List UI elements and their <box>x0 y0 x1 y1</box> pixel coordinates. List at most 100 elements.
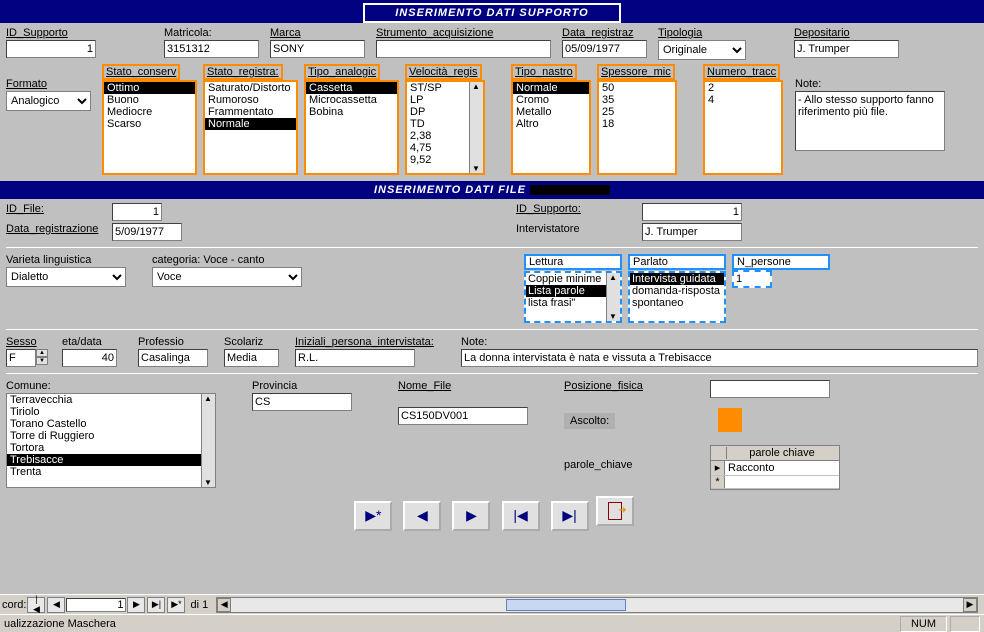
status-mode: ualizzazione Maschera <box>4 618 116 630</box>
door-exit-icon <box>608 502 622 520</box>
rec-prev[interactable]: ◀ <box>47 597 65 613</box>
label-marca: Marca <box>270 27 370 39</box>
label-nomefile: Nome_File <box>398 380 528 392</box>
input-marca[interactable] <box>270 40 365 58</box>
grid-parole-chiave[interactable]: parole chiave ▸Racconto * <box>710 445 840 490</box>
status-empty <box>950 616 980 632</box>
label-parole-chiave: parole_chiave <box>564 459 704 471</box>
select-categoria[interactable]: Voce <box>152 267 302 287</box>
label-matricola: Matricola: <box>164 27 264 39</box>
header-file: INSERIMENTO DATI FILE <box>374 181 610 199</box>
list-velocita[interactable]: ST/SP LP DP TD 2,38 4,75 9,52 <box>405 80 485 175</box>
btn-last[interactable]: ▶| <box>551 501 589 531</box>
label-ascolto: Ascolto: <box>564 413 615 429</box>
input-id-supporto[interactable] <box>6 40 96 58</box>
textarea-note-supporto[interactable]: - Allo stesso supporto fanno riferimento… <box>795 91 945 151</box>
label-id-supporto2: ID_Supporto: <box>516 203 636 215</box>
label-depositario: Depositario <box>794 27 904 39</box>
select-formato[interactable]: Analogico <box>6 91 91 111</box>
status-bar: ualizzazione Maschera NUM <box>0 614 984 632</box>
list-stato-registra[interactable]: Saturato/Distorto Rumoroso Frammentato N… <box>203 80 298 175</box>
list-spessore[interactable]: 50 35 25 18 <box>597 80 677 175</box>
label-scolariz: Scolariz <box>224 336 289 348</box>
input-data-reg-file[interactable] <box>112 223 182 241</box>
btn-prev[interactable]: ◀ <box>403 501 441 531</box>
label-tipologia: Tipologia <box>658 27 748 39</box>
ascolto-indicator[interactable] <box>718 408 742 432</box>
label-parlato: Parlato <box>628 254 726 270</box>
input-scolariz[interactable] <box>224 349 279 367</box>
label-note-supporto: Note: <box>795 78 945 90</box>
label-data-registraz: Data_registraz <box>562 27 652 39</box>
title-stato-conserv: Stato_conserv <box>102 64 180 80</box>
label-comune: Comune: <box>6 380 216 392</box>
record-navigation-bar: cord: |◀ ◀ ▶ ▶| ▶* di 1 ◀ ▶ <box>0 594 984 614</box>
input-depositario[interactable] <box>794 40 899 58</box>
btn-first[interactable]: |◀ <box>502 501 540 531</box>
label-sesso: Sesso <box>6 336 56 348</box>
label-id-supporto: ID_Supporto <box>6 27 114 39</box>
rec-last[interactable]: ▶| <box>147 597 165 613</box>
rec-number[interactable] <box>66 598 126 612</box>
input-provincia[interactable] <box>252 393 352 411</box>
input-sesso[interactable] <box>6 349 36 367</box>
input-eta[interactable] <box>62 349 117 367</box>
label-categoria: categoria: Voce - canto <box>152 254 312 266</box>
btn-first-star[interactable]: ▶* <box>354 501 392 531</box>
label-intervistatore: Intervistatore <box>516 223 636 235</box>
list-numero-tracc[interactable]: 2 4 <box>703 80 783 175</box>
title-stato-registra: Stato_registra: <box>203 64 283 80</box>
title-numero-tracc: Numero_tracc <box>703 64 780 80</box>
input-intervistatore[interactable] <box>642 223 742 241</box>
input-posizione[interactable] <box>710 380 830 398</box>
scroll-lettura[interactable] <box>606 273 620 321</box>
record-label: cord: <box>2 599 26 611</box>
input-professione[interactable] <box>138 349 208 367</box>
rec-next[interactable]: ▶ <box>127 597 145 613</box>
input-iniziali[interactable] <box>295 349 415 367</box>
label-formato: Formato <box>6 78 96 90</box>
label-data-reg-file: Data_registrazione <box>6 223 106 235</box>
rec-of: di 1 <box>190 599 208 611</box>
input-npersone[interactable] <box>732 270 772 288</box>
label-id-file: ID_File: <box>6 203 106 215</box>
label-note-file: Note: <box>461 336 978 348</box>
spinner-sesso[interactable]: ▲▼ <box>36 349 48 367</box>
label-strumento: Strumento_acquisizione <box>376 27 556 39</box>
input-note-file[interactable] <box>461 349 978 367</box>
list-lettura[interactable]: Coppie minime Lista parole lista frasi" <box>524 271 622 323</box>
btn-exit[interactable] <box>596 496 634 526</box>
select-tipologia[interactable]: Originale <box>658 40 746 60</box>
input-data-registraz[interactable] <box>562 40 647 58</box>
label-professione: Professio <box>138 336 218 348</box>
list-tipo-nastro[interactable]: Normale Cromo Metallo Altro <box>511 80 591 175</box>
rec-first[interactable]: |◀ <box>27 597 45 613</box>
horizontal-scrollbar[interactable]: ◀ ▶ <box>216 597 978 613</box>
select-varieta[interactable]: Dialetto <box>6 267 126 287</box>
header-supporto: INSERIMENTO DATI SUPPORTO <box>363 3 621 23</box>
title-velocita: Velocità_regis <box>405 64 482 80</box>
list-comune[interactable]: Terravecchia Tiriolo Torano Castello Tor… <box>6 393 216 488</box>
rec-new[interactable]: ▶* <box>167 597 185 613</box>
label-posizione: Posizione_fisica <box>564 380 704 392</box>
label-varieta: Varieta linguistica <box>6 254 146 266</box>
label-lettura: Lettura <box>524 254 622 270</box>
status-num: NUM <box>900 616 947 632</box>
input-id-file[interactable] <box>112 203 162 221</box>
label-eta: eta/data <box>62 336 132 348</box>
list-parlato[interactable]: Intervista guidata domanda-risposta spon… <box>628 271 726 323</box>
input-strumento[interactable] <box>376 40 551 58</box>
label-iniziali: Iniziali_persona_intervistata: <box>295 336 455 348</box>
input-nomefile[interactable] <box>398 407 528 425</box>
title-tipo-analogic: Tipo_analogic <box>304 64 380 80</box>
input-matricola[interactable] <box>164 40 259 58</box>
scroll-velocita[interactable] <box>469 82 483 173</box>
scroll-comune[interactable] <box>201 394 215 487</box>
list-stato-conserv[interactable]: Ottimo Buono Mediocre Scarso <box>102 80 197 175</box>
label-npersone: N_persone <box>732 254 830 270</box>
btn-next[interactable]: ▶ <box>452 501 490 531</box>
title-tipo-nastro: Tipo_nastro <box>511 64 577 80</box>
input-id-supporto2[interactable] <box>642 203 742 221</box>
label-provincia: Provincia <box>252 380 362 392</box>
list-tipo-analogic[interactable]: Cassetta Microcassetta Bobina <box>304 80 399 175</box>
